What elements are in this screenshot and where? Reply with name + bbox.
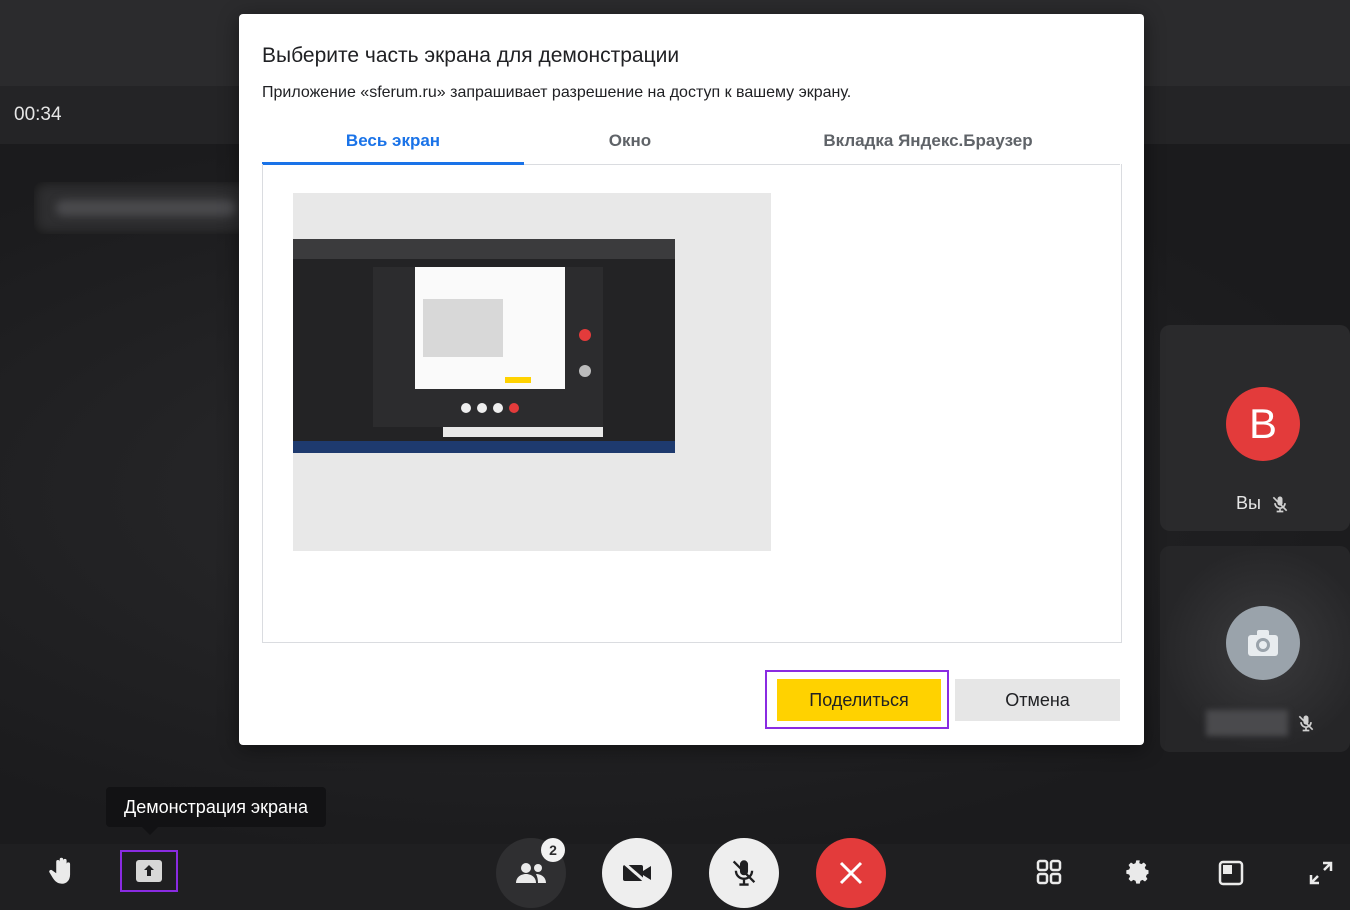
dialog-title: Выберите часть экрана для демонстрации: [262, 44, 680, 67]
screen-thumbnail[interactable]: [293, 193, 771, 551]
tab-entire-screen[interactable]: Весь экран: [262, 124, 524, 165]
participant-label: Вы: [1236, 493, 1290, 514]
share-screen-icon: [136, 860, 162, 882]
share-button[interactable]: Поделиться: [777, 679, 941, 721]
dialog-subtitle: Приложение «sferum.ru» запрашивает разре…: [262, 84, 852, 101]
participant-tile-other[interactable]: [1160, 546, 1350, 752]
screen-preview: [293, 239, 675, 453]
raise-hand-icon[interactable]: [48, 856, 76, 886]
grid-view-icon[interactable]: [1036, 859, 1062, 885]
camera-toggle-button[interactable]: [602, 838, 672, 908]
mic-off-icon: [732, 860, 756, 886]
participants-count-badge: 2: [541, 838, 565, 862]
mic-off-icon: [1298, 715, 1314, 732]
participant-name: Вы: [1236, 493, 1261, 513]
picture-in-picture-icon[interactable]: [1218, 860, 1244, 886]
mic-off-icon: [1272, 496, 1288, 513]
screen-share-dialog: Выберите часть экрана для демонстрации П…: [239, 14, 1144, 745]
tab-browser-tab[interactable]: Вкладка Яндекс.Браузер: [736, 124, 1120, 162]
camera-icon: [1248, 630, 1278, 656]
gear-icon[interactable]: [1124, 858, 1152, 886]
screen-share-button[interactable]: [120, 850, 178, 892]
call-timer: 00:34: [14, 104, 62, 125]
microphone-toggle-button[interactable]: [709, 838, 779, 908]
participant-tile-you[interactable]: В Вы: [1160, 325, 1350, 531]
tab-window[interactable]: Окно: [524, 124, 736, 162]
camera-off-icon: [622, 861, 651, 885]
cancel-button[interactable]: Отмена: [955, 679, 1120, 721]
fullscreen-icon[interactable]: [1308, 860, 1334, 886]
participants-icon: [516, 863, 546, 883]
presenter-name-pill: [34, 182, 254, 234]
close-icon: [839, 861, 863, 885]
source-list: [262, 164, 1122, 643]
end-call-button[interactable]: [816, 838, 886, 908]
screen-share-tooltip: Демонстрация экрана: [106, 787, 326, 835]
avatar: В: [1226, 387, 1300, 461]
source-tabs: Весь экран Окно Вкладка Яндекс.Браузер: [262, 124, 1120, 165]
participant-name-blurred: [1206, 710, 1288, 736]
camera-avatar: [1226, 606, 1300, 680]
